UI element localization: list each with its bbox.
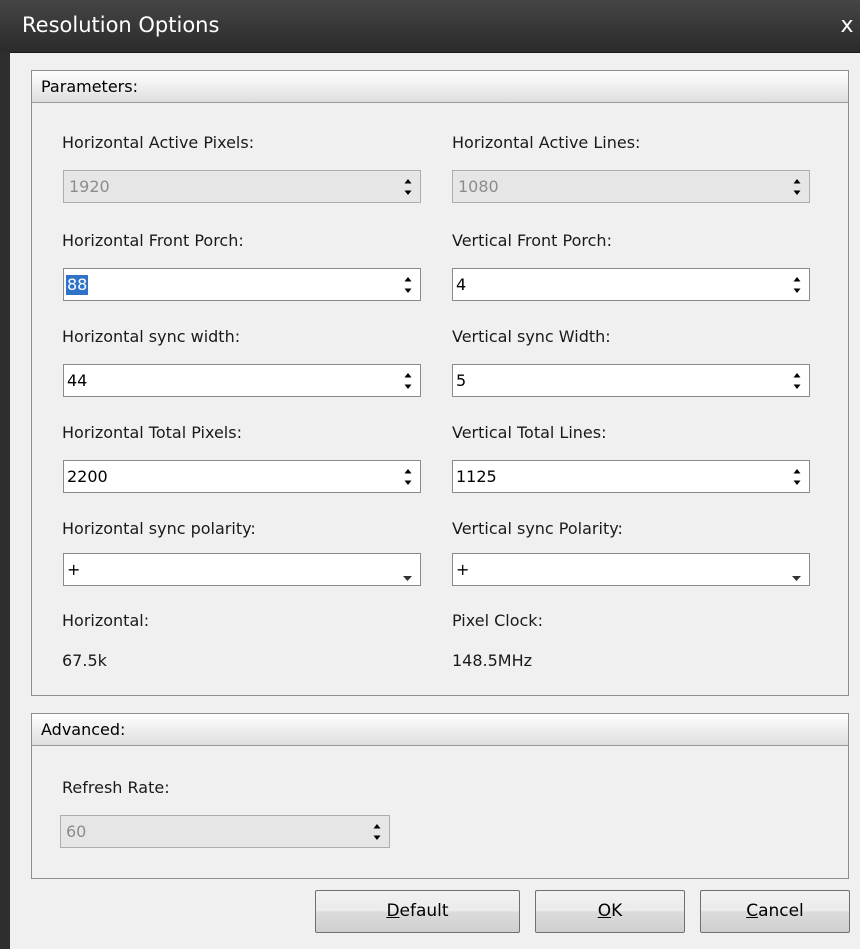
v-total-lines-value: 1125 bbox=[456, 467, 497, 486]
parameters-group: Parameters: Horizontal Active Pixels: Ho… bbox=[31, 70, 849, 696]
horizontal-value: 67.5k bbox=[62, 651, 107, 670]
default-mnemonic: D bbox=[386, 901, 400, 921]
dropdown-arrow-icon[interactable] bbox=[403, 567, 412, 586]
h-front-porch-spinbox[interactable]: 88 bbox=[63, 268, 421, 301]
refresh-rate-spinbox[interactable]: 60 bbox=[60, 815, 390, 848]
cancel-label: ancel bbox=[758, 901, 804, 921]
parameters-header: Parameters: bbox=[32, 71, 848, 103]
h-sync-polarity-label: Horizontal sync polarity: bbox=[62, 519, 256, 538]
v-total-lines-label: Vertical Total Lines: bbox=[452, 423, 607, 442]
h-front-porch-label: Horizontal Front Porch: bbox=[62, 231, 244, 250]
h-active-lines-value: 1080 bbox=[458, 177, 499, 196]
window-title: Resolution Options bbox=[22, 13, 220, 37]
default-button[interactable]: Default bbox=[315, 890, 520, 933]
spin-arrows-icon[interactable] bbox=[402, 370, 414, 392]
h-active-lines-spinbox[interactable]: 1080 bbox=[452, 170, 810, 203]
spin-arrows-icon[interactable] bbox=[402, 466, 414, 488]
v-front-porch-label: Vertical Front Porch: bbox=[452, 231, 612, 250]
h-sync-width-spinbox[interactable]: 44 bbox=[63, 364, 421, 397]
ok-mnemonic: O bbox=[597, 901, 612, 921]
horizontal-label: Horizontal: bbox=[62, 611, 150, 630]
v-sync-width-label: Vertical sync Width: bbox=[452, 327, 611, 346]
spin-arrows-icon[interactable] bbox=[791, 274, 803, 296]
h-total-pixels-value: 2200 bbox=[67, 467, 108, 486]
v-sync-polarity-value: + bbox=[456, 560, 470, 579]
spin-arrows-icon[interactable] bbox=[402, 274, 414, 296]
cancel-mnemonic: C bbox=[746, 901, 759, 921]
default-label: efault bbox=[399, 901, 449, 921]
refresh-rate-value: 60 bbox=[66, 822, 87, 841]
h-total-pixels-spinbox[interactable]: 2200 bbox=[63, 460, 421, 493]
v-sync-polarity-select[interactable]: + bbox=[452, 553, 810, 586]
h-sync-width-label: Horizontal sync width: bbox=[62, 327, 241, 346]
spin-arrows-icon[interactable] bbox=[402, 176, 414, 198]
pixel-clock-value: 148.5MHz bbox=[452, 651, 533, 670]
advanced-group: Advanced: Refresh Rate: 60 bbox=[31, 713, 849, 879]
pixel-clock-label: Pixel Clock: bbox=[452, 611, 543, 630]
close-icon[interactable]: x bbox=[836, 12, 858, 40]
resolution-options-dialog: Resolution Options x Parameters: Horizon… bbox=[0, 0, 860, 949]
cancel-button[interactable]: Cancel bbox=[700, 890, 850, 933]
v-front-porch-value: 4 bbox=[456, 275, 467, 294]
ok-button[interactable]: OK bbox=[535, 890, 685, 933]
h-front-porch-value: 88 bbox=[66, 275, 89, 295]
h-total-pixels-label: Horizontal Total Pixels: bbox=[62, 423, 242, 442]
v-sync-width-value: 5 bbox=[456, 371, 467, 390]
h-active-pixels-label: Horizontal Active Pixels: bbox=[62, 133, 255, 152]
title-bar[interactable]: Resolution Options x bbox=[0, 0, 860, 53]
spin-arrows-icon[interactable] bbox=[791, 176, 803, 198]
v-front-porch-spinbox[interactable]: 4 bbox=[452, 268, 810, 301]
h-sync-polarity-value: + bbox=[67, 560, 81, 579]
spin-arrows-icon[interactable] bbox=[791, 370, 803, 392]
spin-arrows-icon[interactable] bbox=[371, 821, 383, 843]
v-sync-width-spinbox[interactable]: 5 bbox=[452, 364, 810, 397]
h-active-lines-label: Horizontal Active Lines: bbox=[452, 133, 641, 152]
ok-label: K bbox=[611, 901, 623, 921]
v-total-lines-spinbox[interactable]: 1125 bbox=[452, 460, 810, 493]
h-sync-width-value: 44 bbox=[67, 371, 88, 390]
h-active-pixels-spinbox[interactable]: 1920 bbox=[63, 170, 421, 203]
refresh-rate-label: Refresh Rate: bbox=[62, 778, 170, 797]
h-active-pixels-value: 1920 bbox=[69, 177, 110, 196]
spin-arrows-icon[interactable] bbox=[791, 466, 803, 488]
v-sync-polarity-label: Vertical sync Polarity: bbox=[452, 519, 623, 538]
dropdown-arrow-icon[interactable] bbox=[792, 567, 801, 586]
advanced-header: Advanced: bbox=[32, 714, 848, 746]
window-frame-edge bbox=[0, 52, 10, 949]
h-sync-polarity-select[interactable]: + bbox=[63, 553, 421, 586]
